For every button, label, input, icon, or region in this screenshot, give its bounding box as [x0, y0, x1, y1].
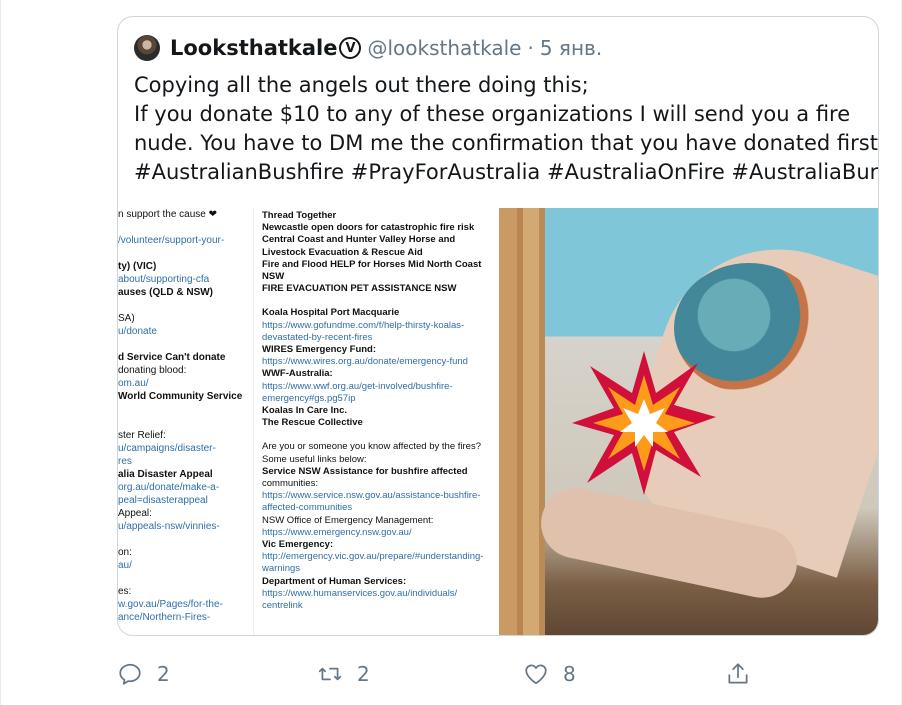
image-text-line: The Rescue Collective: [262, 417, 363, 429]
image-link-text: http://emergency.vic.gov.au/prepare/#und…: [262, 551, 484, 563]
image-text-line: WIRES Emergency Fund:: [262, 344, 377, 356]
collision-emoji-icon: [572, 351, 716, 495]
image-link-text: https://www.gofundme.com/f/help-thirsty-…: [262, 319, 465, 331]
media-image-left[interactable]: n support the cause ❤ /volunteer/support-…: [118, 208, 254, 635]
image-link-text: org.au/donate/make-a-: [118, 482, 220, 493]
tweet-hashtags[interactable]: #AustralianBushfire #PrayForAustralia #A…: [134, 158, 878, 187]
tweet-date[interactable]: 5 янв.: [540, 36, 602, 60]
avatar[interactable]: [134, 35, 160, 61]
author-name[interactable]: Looksthatkale: [170, 36, 337, 60]
image-text-line: WWF-Australia:: [262, 368, 333, 380]
line-spacer: [118, 299, 253, 312]
image-link-text: u/campaigns/disaster-: [118, 443, 216, 454]
image-link-text: om.au/: [118, 378, 149, 389]
line-spacer: [118, 338, 253, 351]
image-link-text: ance/Northern-Fires-: [118, 612, 211, 623]
image-text-line: donating blood:: [118, 365, 187, 376]
reply-button[interactable]: 2: [117, 656, 170, 692]
line-spacer: [118, 533, 253, 546]
image-text-line: communities:: [262, 478, 318, 490]
line-spacer: [118, 403, 253, 416]
image-text-line: es:: [118, 586, 132, 597]
image-link-text: peal=disasterappeal: [118, 495, 208, 506]
line-spacer: [262, 295, 499, 307]
media-image-right[interactable]: [499, 208, 878, 635]
line-spacer: [262, 429, 499, 441]
tweet-media-grid[interactable]: n support the cause ❤ /volunteer/support-…: [118, 208, 878, 635]
verified-badge-icon: V: [339, 37, 362, 59]
heart-icon: [525, 664, 547, 685]
image-text-line: Some useful links below:: [262, 453, 367, 465]
image-text-line: Vic Emergency:: [262, 539, 334, 551]
line-spacer: [118, 572, 253, 585]
image-text-line: Are you or someone you know affected by …: [262, 441, 481, 453]
like-button[interactable]: 8: [523, 656, 576, 692]
image-link-text: https://www.humanservices.gov.au/individ…: [262, 587, 458, 599]
image-link-text: res: [118, 456, 132, 467]
image-text-line: Department of Human Services:: [262, 575, 407, 587]
image-text-line: World Community Service: [118, 391, 243, 402]
quoted-tweet-header: Looksthatkale V @looksthatkale · 5 янв.: [134, 34, 602, 62]
image-link-text: au/: [118, 560, 132, 571]
image-link-text: https://www.wwf.org.au/get-involved/bush…: [262, 380, 453, 392]
share-icon: [728, 663, 748, 684]
image-link-text: u/donate: [118, 326, 157, 337]
image-link-text: centrelink: [262, 600, 303, 612]
share-button[interactable]: [725, 656, 751, 692]
quoted-tweet-text: Copying all the angels out there doing t…: [134, 71, 879, 187]
reply-icon: [119, 663, 141, 685]
image-link-text: devastated-by-recent-fires: [262, 331, 373, 343]
image-link-text: about/supporting-cfa: [118, 274, 210, 285]
image-text-line: NSW: [262, 271, 285, 283]
image-text-line: Koala Hospital Port Macquarie: [262, 307, 400, 319]
image-link-text: https://www.wires.org.au/donate/emergenc…: [262, 356, 468, 368]
line-spacer: [118, 247, 253, 260]
image-text-line: ster Relief:: [118, 430, 166, 441]
tweet-text-line: Copying all the angels out there doing t…: [134, 73, 589, 97]
tweet-container: Looksthatkale V @looksthatkale · 5 янв. …: [0, 0, 902, 705]
retweet-button[interactable]: 2: [317, 656, 370, 692]
image-link-text: https://www.service.nsw.gov.au/assistanc…: [262, 490, 481, 502]
image-link-text: /volunteer/support-your-: [118, 235, 225, 246]
line-spacer: [118, 416, 253, 429]
image-text-line: on:: [118, 547, 132, 558]
image-text-line: n support the cause ❤: [118, 209, 217, 220]
image-text-line: Livestock Evacuation & Rescue Aid: [262, 246, 423, 258]
image-text-line: FIRE EVACUATION PET ASSISTANCE NSW: [262, 283, 457, 295]
image-text-line: Newcastle open doors for catastrophic fi…: [262, 222, 475, 234]
image-text-line: d Service Can't donate: [118, 352, 226, 363]
retweet-icon: [318, 667, 342, 681]
image-text-line: ty) (VIC): [118, 261, 157, 272]
image-text-line: Thread Together: [262, 210, 337, 221]
image-link-text: emergency#gs.pg57ip: [262, 392, 356, 404]
image-link-text: w.gov.au/Pages/for-the-: [118, 599, 223, 610]
image-text-line: NSW Office of Emergency Management:: [262, 514, 434, 526]
media-image-middle[interactable]: Thread Together Newcastle open doors for …: [254, 208, 499, 635]
author-handle[interactable]: @looksthatkale: [367, 36, 521, 60]
image-text-line: Koalas In Care Inc.: [262, 405, 348, 417]
image-text-line: Fire and Flood HELP for Horses Mid North…: [262, 258, 482, 270]
retweet-count: 2: [357, 662, 370, 686]
image-text-line: Service NSW Assistance for bushfire affe…: [262, 465, 468, 477]
tweet-text-line: If you donate $10 to any of these organi…: [134, 102, 851, 126]
image-link-text: affected-communities: [262, 502, 353, 514]
quoted-tweet-card[interactable]: Looksthatkale V @looksthatkale · 5 янв. …: [117, 16, 879, 636]
image-link-text: warnings: [262, 563, 301, 575]
tweet-text-line: nude. You have to DM me the confirmation…: [134, 131, 879, 155]
image-text-line: Central Coast and Hunter Valley Horse an…: [262, 234, 456, 246]
image-link-text: https://www.emergency.nsw.gov.au/: [262, 526, 412, 538]
tweet-actions-bar: 2 2 8: [117, 656, 777, 692]
separator-dot: ·: [527, 36, 534, 60]
reply-count: 2: [157, 662, 170, 686]
image-text-line: Appeal:: [118, 508, 152, 519]
line-spacer: [118, 221, 253, 234]
image-text-line: auses (QLD & NSW): [118, 287, 214, 298]
image-link-text: u/appeals-nsw/vinnies-: [118, 521, 220, 532]
image-text-line: alia Disaster Appeal: [118, 469, 213, 480]
image-text-line: SA): [118, 313, 135, 324]
like-count: 8: [563, 662, 576, 686]
